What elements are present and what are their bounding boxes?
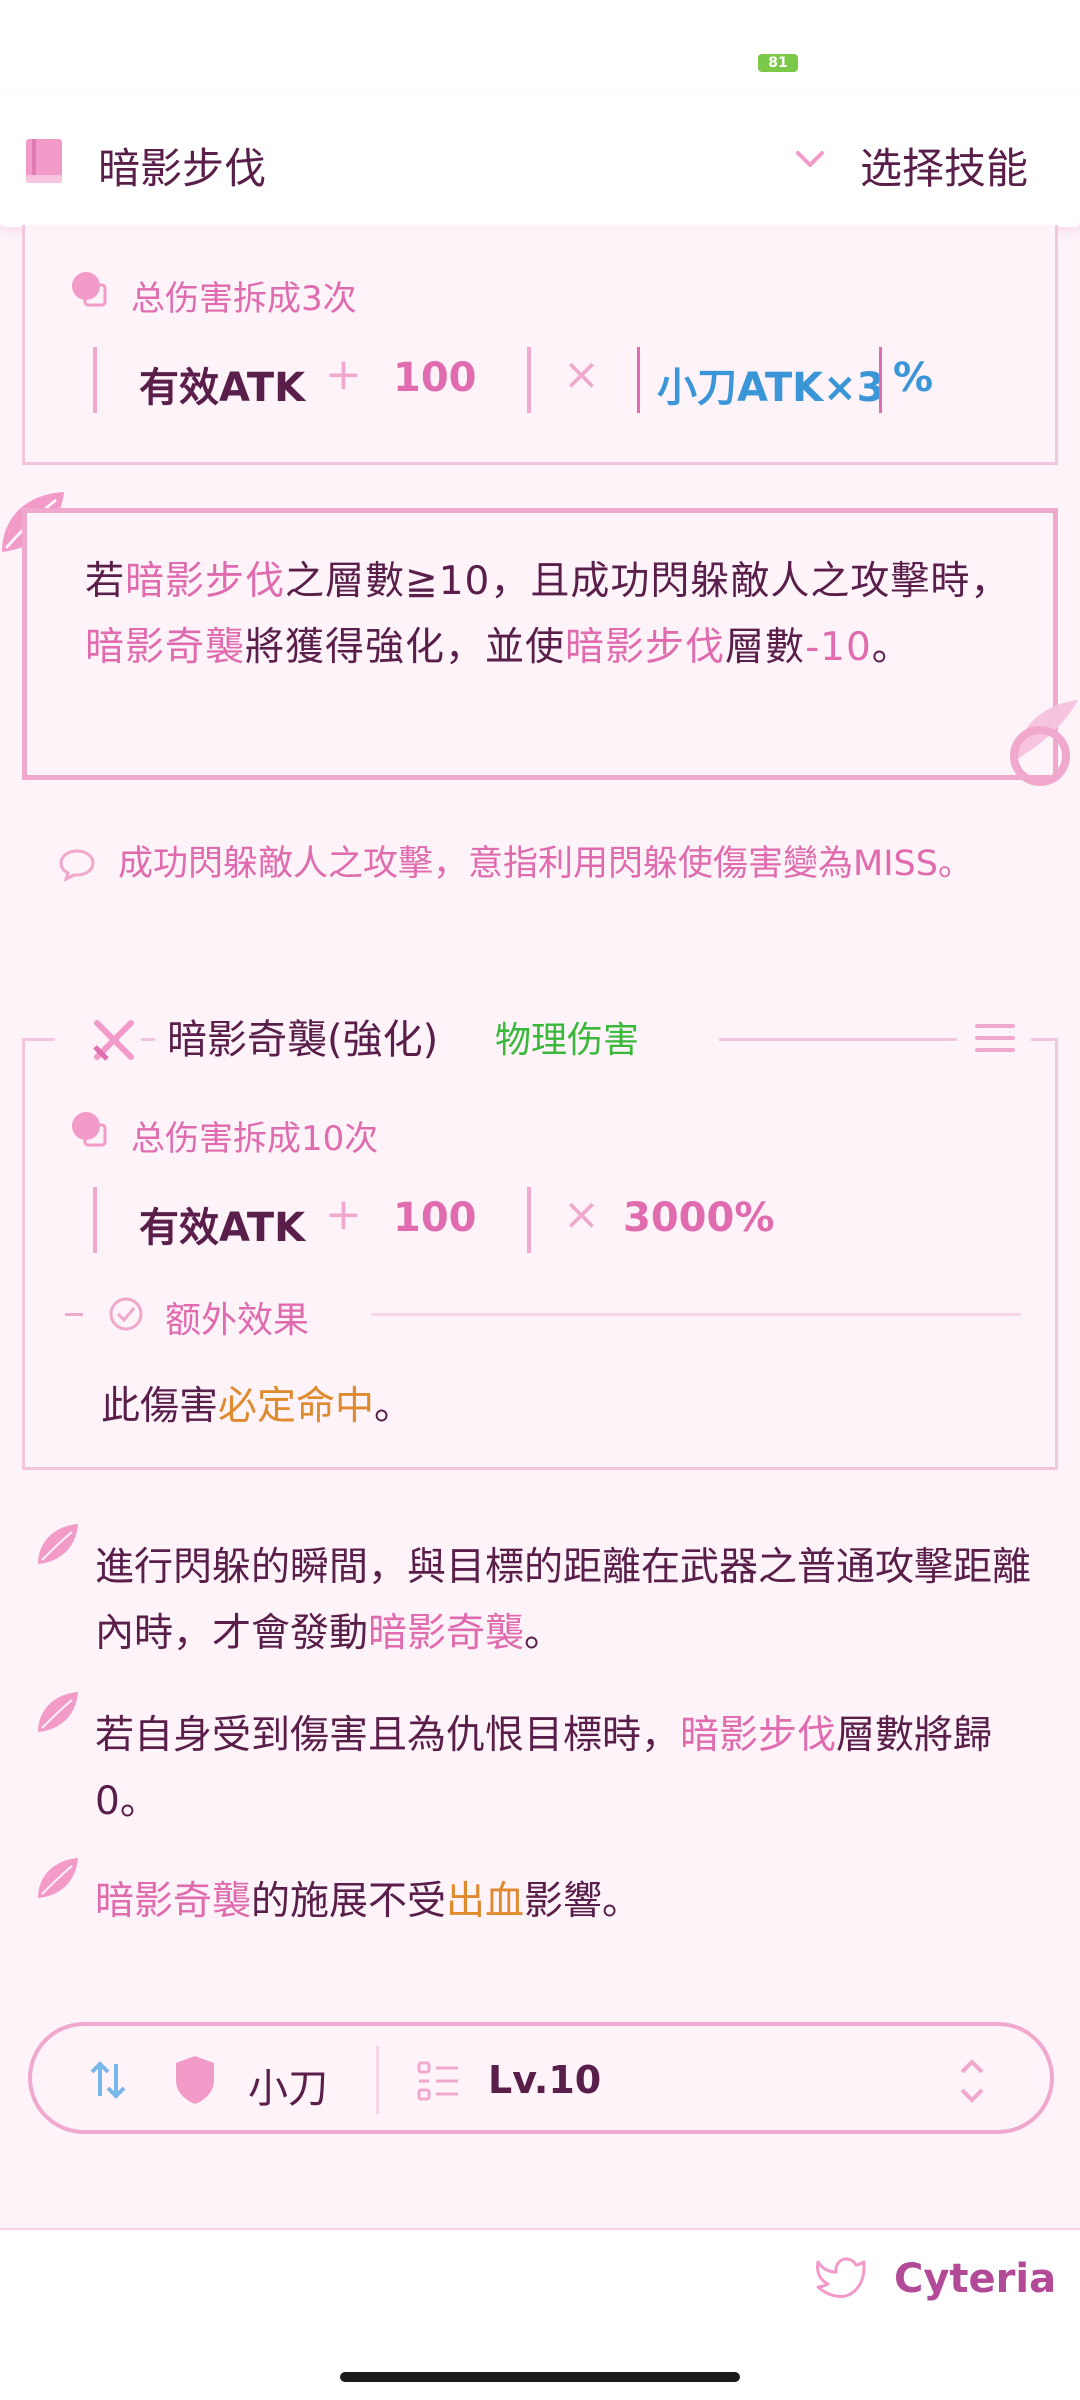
list-item: 暗影奇襲的施展不受出血影響。 [95, 1879, 642, 1924]
plus-icon: + [325, 1189, 362, 1240]
condition-quote-box: 若暗影步伐之層數≧10，且成功閃躲敵人之攻擊時，暗影奇襲將獲得強化，並使暗影步伐… [22, 508, 1058, 780]
times-icon: × [563, 349, 600, 400]
swords-icon [93, 1020, 134, 1061]
comment-icon [59, 849, 95, 882]
damage-split-label: 总伤害拆成10次 [131, 1119, 379, 1159]
formula-multiplier: 小刀ATK×3 [657, 365, 885, 411]
stepper-updown-icon[interactable] [956, 2056, 988, 2106]
damage-split-label: 总伤害拆成3次 [131, 279, 357, 319]
formula-stat: 有效ATK [139, 1205, 306, 1251]
shield-icon [176, 2056, 214, 2104]
formula-divider [527, 347, 531, 413]
bird-icon [816, 2257, 866, 2298]
condition-text: 若暗影步伐之層數≧10，且成功閃躲敵人之攻擊時，暗影奇襲將獲得強化，並使暗影步伐… [85, 559, 1011, 670]
divider [376, 2046, 379, 2114]
formula-divider [93, 1187, 97, 1253]
skill-link[interactable]: 暗影奇襲 [368, 1611, 524, 1656]
skill-name: 暗影步伐 [98, 144, 267, 193]
chevron-down-icon[interactable] [792, 141, 828, 177]
leaf-bullet-icon [38, 1524, 78, 1564]
formula-percent: % [893, 355, 934, 401]
battery-icon: 81 [758, 54, 798, 72]
formula-add: 100 [393, 1195, 477, 1241]
weapon-level-control: 小刀 Lv.10 [28, 2022, 1054, 2134]
leaf-bullet-icon [38, 1858, 78, 1898]
split-icon [72, 1112, 107, 1147]
home-indicator[interactable] [340, 2372, 740, 2382]
swap-arrows-icon[interactable] [86, 2058, 130, 2102]
damage-formula: 有效ATK + 100 × 小刀ATK×3 % [93, 347, 993, 413]
damage-type-label: 物理伤害 [495, 1020, 640, 1061]
weapon-name[interactable]: 小刀 [248, 2056, 328, 2114]
skill-link[interactable]: 暗影奇襲 [95, 1879, 251, 1924]
formula-multiplier: 3000% [623, 1195, 775, 1241]
card-title: 暗影奇襲(強化) [167, 1017, 439, 1063]
brand-name[interactable]: Cyteria [894, 2256, 1056, 2302]
divider [65, 1313, 83, 1316]
damage-card-1: 总伤害拆成3次 有效ATK + 100 × 小刀ATK×3 % [22, 225, 1058, 465]
menu-icon[interactable] [973, 1021, 1017, 1055]
formula-add: 100 [393, 355, 477, 401]
status-bar: 81 [0, 0, 1080, 95]
extra-effect-label: 额外效果 [165, 1300, 310, 1341]
damage-card-2: 暗影奇襲(強化) 物理伤害 总伤害拆成10次 有效ATK + 100 × 300… [22, 999, 1058, 1470]
plus-icon: + [325, 349, 362, 400]
divider [371, 1313, 1021, 1316]
list-item: 若自身受到傷害且為仇恨目標時，暗影步伐層數將歸0。 [95, 1713, 993, 1824]
skill-link[interactable]: 暗影奇襲 [85, 625, 245, 670]
list-item: 進行閃躲的瞬間，與目標的距離在武器之普通攻擊距離內時，才會發動暗影奇襲。 [95, 1545, 1032, 1656]
extra-effect-text: 此傷害必定命中。 [101, 1384, 414, 1429]
note-text: 成功閃躲敵人之攻擊，意指利用閃躲使傷害變為MISS。 [118, 844, 973, 884]
damage-formula: 有效ATK + 100 × 3000% [93, 1187, 993, 1253]
skill-link[interactable]: 暗影步伐 [565, 625, 725, 670]
footer: Cyteria [0, 2228, 1080, 2400]
check-circle-icon [109, 1297, 143, 1331]
leaf-bullet-icon [38, 1692, 78, 1732]
list-levels-icon [417, 2061, 458, 2101]
skill-link[interactable]: 暗影步伐 [680, 1713, 836, 1758]
formula-stat: 有效ATK [139, 365, 306, 411]
formula-divider [637, 347, 640, 413]
choose-skill-button[interactable]: 选择技能 [860, 135, 1028, 196]
formula-divider [879, 347, 882, 413]
level-value[interactable]: Lv.10 [488, 2058, 601, 2102]
skill-link[interactable]: 暗影步伐 [125, 559, 285, 604]
skill-header: 暗影步伐 选择技能 [0, 95, 1080, 227]
formula-divider [93, 347, 97, 413]
book-icon [26, 139, 62, 183]
formula-divider [527, 1187, 531, 1253]
leaf-corner-icon [1010, 700, 1078, 786]
times-icon: × [563, 1189, 600, 1240]
split-icon [72, 272, 107, 307]
